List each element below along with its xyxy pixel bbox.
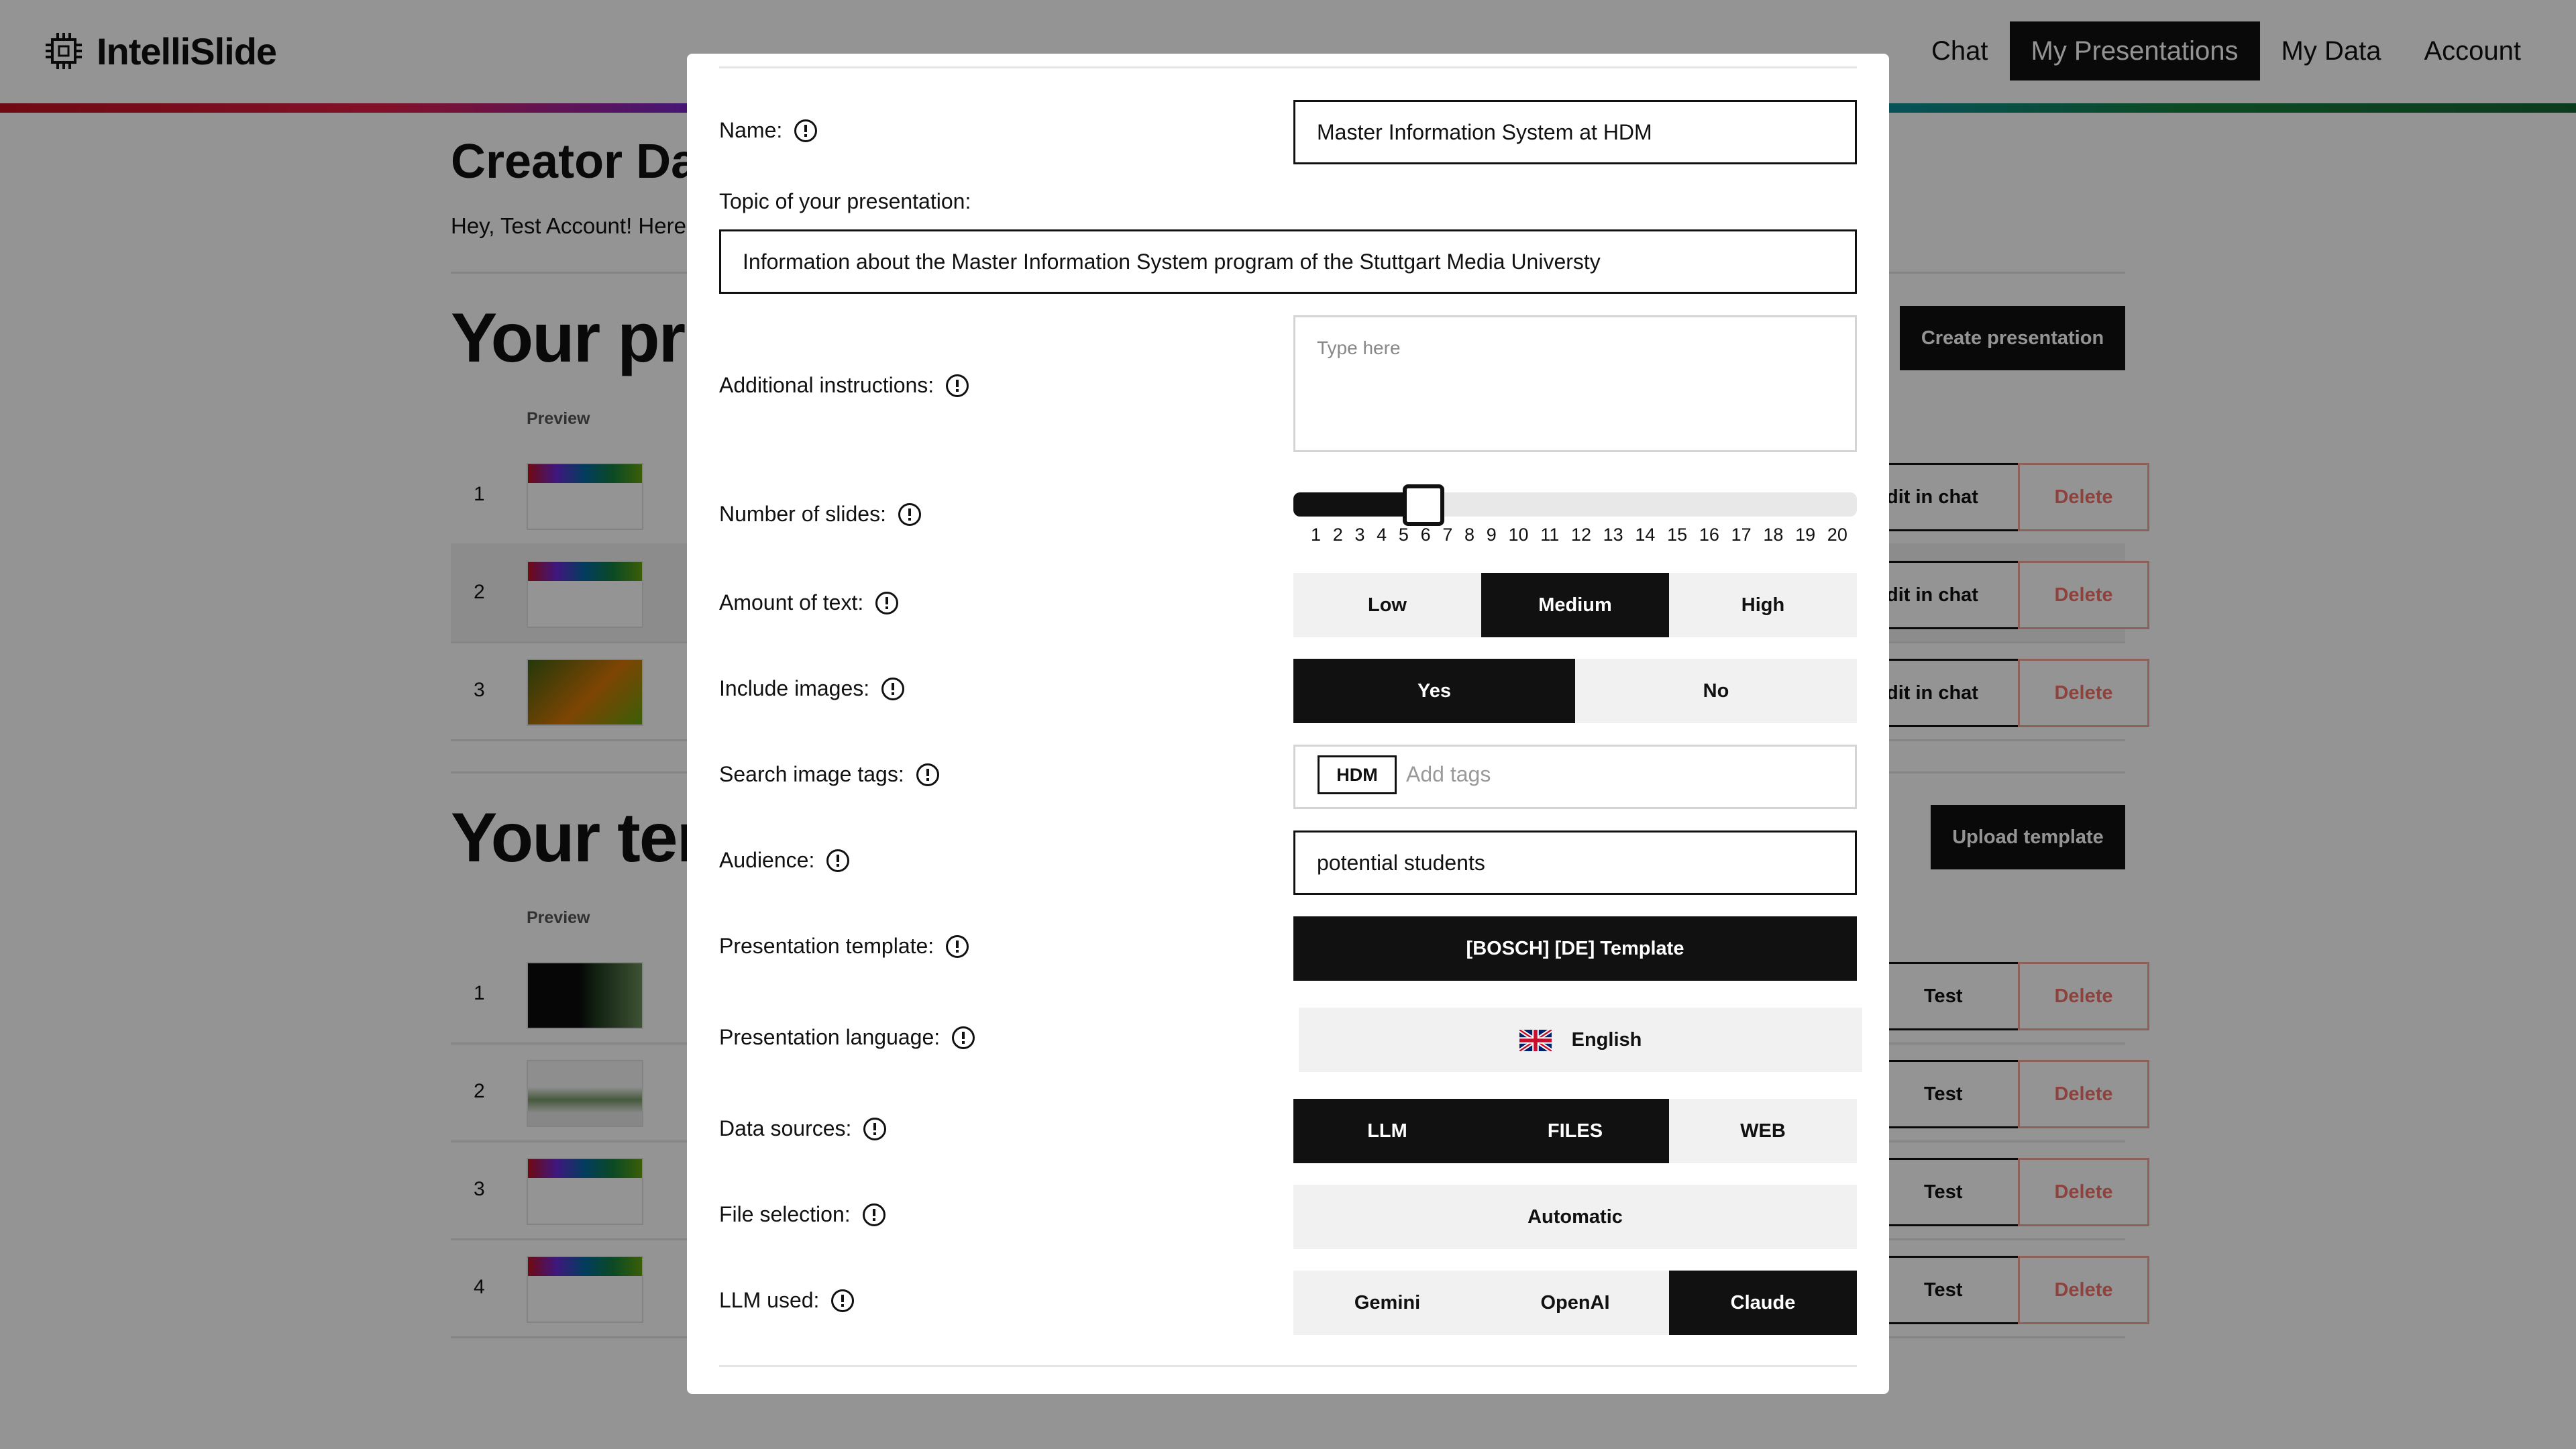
instructions-label: Additional instructions: — [719, 373, 969, 398]
slides-label-text: Number of slides: — [719, 502, 886, 526]
slider-tick-label: 15 — [1667, 525, 1688, 545]
llm-toggle: Gemini OpenAI Claude — [1293, 1271, 1857, 1335]
slider-tick-label: 8 — [1464, 525, 1475, 545]
data-source-files[interactable]: FILES — [1481, 1099, 1669, 1163]
slider-tick-label: 12 — [1570, 525, 1591, 545]
slider-tick-label: 18 — [1763, 525, 1784, 545]
text-amount-medium[interactable]: Medium — [1481, 573, 1669, 637]
slider-tick-label: 6 — [1420, 525, 1431, 545]
info-icon[interactable] — [916, 763, 939, 786]
info-icon[interactable] — [946, 934, 969, 958]
audience-input[interactable]: potential students — [1293, 830, 1857, 895]
language-select: English — [1299, 1008, 1862, 1072]
info-icon[interactable] — [863, 1117, 887, 1140]
data-source-llm[interactable]: LLM — [1293, 1099, 1481, 1163]
text-amount-high[interactable]: High — [1669, 573, 1857, 637]
template-select-button[interactable]: [BOSCH] [DE] Template — [1293, 916, 1857, 981]
info-icon[interactable] — [875, 591, 899, 614]
include-images-label-text: Include images: — [719, 676, 870, 700]
info-icon[interactable] — [952, 1026, 975, 1049]
include-images-label: Include images: — [719, 676, 905, 701]
info-icon[interactable] — [946, 374, 969, 397]
template-label: Presentation template: — [719, 934, 969, 959]
data-sources-label-text: Data sources: — [719, 1116, 852, 1140]
name-label: Name: — [719, 118, 818, 143]
image-tags-label-text: Search image tags: — [719, 762, 904, 786]
modal-bottom-divider — [719, 1365, 1857, 1367]
topic-label: Topic of your presentation: — [719, 189, 971, 213]
llm-claude[interactable]: Claude — [1669, 1271, 1857, 1335]
file-selection-label-text: File selection: — [719, 1202, 851, 1226]
slider-tick-label: 14 — [1635, 525, 1656, 545]
text-amount-toggle: Low Medium High — [1293, 573, 1857, 637]
add-tags-placeholder[interactable]: Add tags — [1406, 762, 1491, 787]
file-selection-button[interactable]: Automatic — [1293, 1185, 1857, 1249]
slider-tick-label: 1 — [1311, 525, 1322, 545]
data-sources-toggle: LLM FILES WEB — [1293, 1099, 1857, 1163]
slides-label: Number of slides: — [719, 502, 921, 527]
slider-tick-label: 3 — [1354, 525, 1365, 545]
include-images-no[interactable]: No — [1575, 659, 1857, 723]
language-value: English — [1571, 1029, 1642, 1051]
text-amount-label: Amount of text: — [719, 590, 899, 615]
slider-tick-label: 9 — [1486, 525, 1497, 545]
language-label: Presentation language: — [719, 1025, 975, 1050]
template-label-text: Presentation template: — [719, 934, 934, 958]
topic-input[interactable]: Information about the Master Information… — [719, 229, 1857, 294]
info-icon[interactable] — [862, 1203, 885, 1226]
name-input[interactable]: Master Information System at HDM — [1293, 100, 1857, 164]
file-selection-select: Automatic — [1293, 1185, 1857, 1249]
slider-tick-label: 5 — [1398, 525, 1409, 545]
slides-slider[interactable] — [1293, 484, 1857, 526]
file-selection-label: File selection: — [719, 1202, 885, 1227]
llm-openai[interactable]: OpenAI — [1481, 1271, 1669, 1335]
audience-label: Audience: — [719, 848, 850, 873]
slider-tick-label: 11 — [1540, 525, 1560, 545]
slider-tick-label: 7 — [1442, 525, 1453, 545]
modal-top-divider — [719, 66, 1857, 68]
slider-handle[interactable] — [1403, 484, 1445, 526]
slider-tick-label: 17 — [1731, 525, 1752, 545]
slider-tick-label: 20 — [1827, 525, 1847, 545]
slider-tick-label: 19 — [1795, 525, 1816, 545]
instructions-label-text: Additional instructions: — [719, 373, 934, 397]
llm-gemini[interactable]: Gemini — [1293, 1271, 1481, 1335]
slider-tick-label: 10 — [1508, 525, 1529, 545]
llm-label-text: LLM used: — [719, 1288, 820, 1312]
uk-flag-icon — [1519, 1030, 1552, 1052]
slider-tick-labels: 1 2 3 4 5 6 7 8 9 10 11 12 13 14 15 16 17 18 19 20 — [1311, 525, 1847, 545]
text-amount-low[interactable]: Low — [1293, 573, 1481, 637]
text-amount-label-text: Amount of text: — [719, 590, 864, 614]
info-icon[interactable] — [831, 1289, 855, 1312]
slider-tick-label: 2 — [1332, 525, 1343, 545]
slider-tick-label: 16 — [1699, 525, 1719, 545]
slider-tick-label: 4 — [1377, 525, 1387, 545]
info-icon[interactable] — [794, 119, 818, 142]
include-images-yes[interactable]: Yes — [1293, 659, 1575, 723]
tag-chip[interactable]: HDM — [1318, 755, 1397, 794]
info-icon[interactable] — [898, 502, 921, 526]
include-images-toggle: Yes No — [1293, 659, 1857, 723]
llm-label: LLM used: — [719, 1288, 855, 1313]
data-sources-label: Data sources: — [719, 1116, 887, 1141]
template-select: [BOSCH] [DE] Template — [1293, 916, 1857, 981]
language-label-text: Presentation language: — [719, 1025, 941, 1049]
data-source-web[interactable]: WEB — [1669, 1099, 1857, 1163]
image-tags-label: Search image tags: — [719, 762, 939, 787]
create-presentation-dialog: Name: Master Information System at HDM T… — [687, 54, 1889, 1394]
language-select-button[interactable]: English — [1299, 1008, 1862, 1072]
name-label-text: Name: — [719, 118, 783, 142]
slider-tick-label: 13 — [1603, 525, 1623, 545]
info-icon[interactable] — [881, 677, 905, 700]
instructions-textarea[interactable]: Type here — [1293, 315, 1857, 452]
info-icon[interactable] — [826, 849, 850, 872]
audience-label-text: Audience: — [719, 848, 815, 872]
